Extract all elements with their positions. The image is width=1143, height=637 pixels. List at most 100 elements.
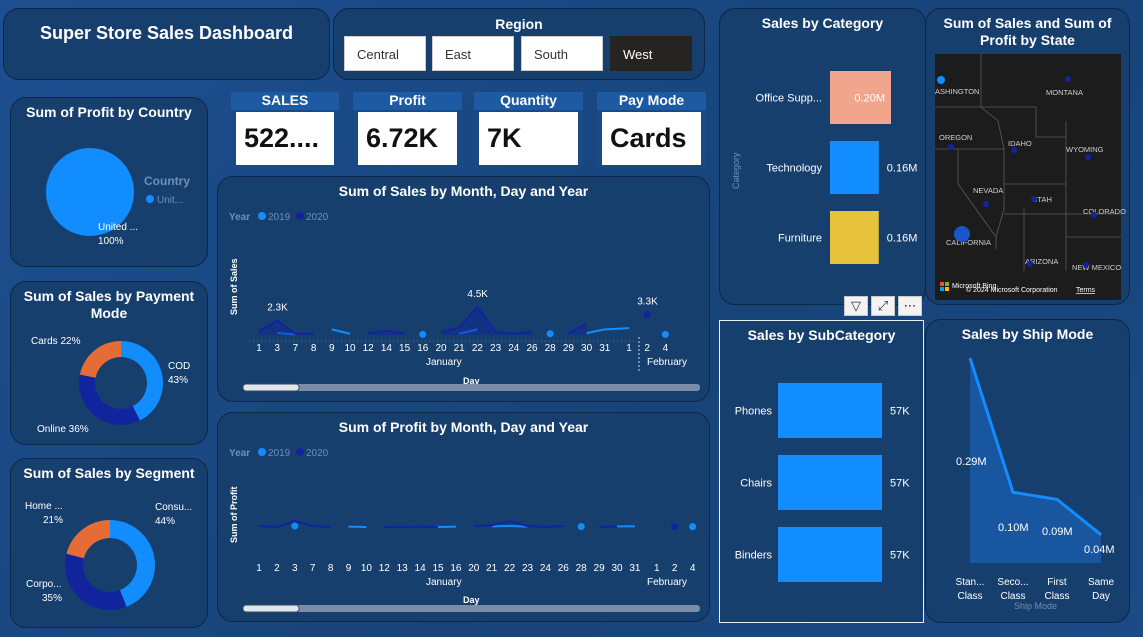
donut-slice-cards[interactable] (79, 341, 121, 378)
subcategory-panel: Sales by SubCategory Phones 57K Chairs 57K B… (719, 320, 924, 623)
category-name: Furniture (778, 233, 822, 245)
category-value-label: 0.16M (887, 233, 918, 245)
ship-x-label-line1: Stan... (956, 577, 985, 588)
x-tick-label: 9 (329, 343, 335, 354)
series-2019-line[interactable] (586, 327, 630, 335)
map-bubble-nevada[interactable] (983, 201, 989, 207)
category-name: Technology (766, 163, 822, 175)
x-tick-label: 7 (293, 343, 299, 354)
region-option-south[interactable]: South (521, 36, 603, 71)
series-2019-point[interactable] (291, 522, 299, 530)
x-tick-label: 2 (644, 343, 650, 354)
series-2020-line[interactable] (599, 525, 618, 528)
sales-month-jan: January (426, 357, 462, 368)
donut-slice-corporate[interactable] (65, 553, 127, 610)
kpi-paymode-label: Pay Mode (597, 92, 706, 110)
sales-data-label: 3.3K (637, 296, 658, 307)
map-bubble-montana[interactable] (1065, 76, 1071, 82)
map-state-label: IDAHO (1008, 139, 1032, 148)
profit-line-chart: Year 2019 2020 Sum of Profit 1 2 3 7 8 9 10 12 1… (229, 448, 700, 613)
subcategory-bar-2[interactable] (778, 527, 882, 582)
series-2019-line[interactable] (331, 328, 351, 335)
payment-label-online: Online 36% (37, 424, 89, 435)
x-tick-label: 21 (486, 563, 498, 574)
kpi-profit-value: 6.72K (358, 112, 457, 165)
x-tick-label: 10 (361, 563, 373, 574)
profit-x-axis-label: Day (463, 595, 480, 605)
series-2019-line[interactable] (491, 524, 528, 528)
profit-legend-2020[interactable]: 2020 (306, 448, 329, 459)
donut-slice-online[interactable] (78, 374, 140, 425)
map-bubble-arizona[interactable] (1027, 261, 1033, 267)
sales-scrollbar-track[interactable] (243, 384, 700, 391)
subcategory-value-label: 57K (890, 550, 910, 562)
map-state-labels: ASHINGTON MONTANA OREGON IDAHO WYOMING NEVADA… (935, 87, 1126, 272)
donut-slice-home-office[interactable] (66, 520, 110, 559)
map-state-label: NEVADA (973, 186, 1003, 195)
category-bars: Office Supp... 0.20M Technology 0.16M Furnit… (756, 71, 918, 264)
profit-scrollbar-track[interactable] (243, 605, 700, 612)
region-option-east[interactable]: East (432, 36, 514, 71)
profit-by-country-chart: Country Unit... United ... 100% (46, 148, 190, 247)
series-2019-point[interactable] (661, 330, 669, 338)
series-2019-point[interactable] (577, 523, 585, 531)
x-tick-label: 31 (629, 563, 641, 574)
map-bubble-oregon[interactable] (948, 144, 954, 150)
ship-x-labels: Stan...ClassSeco...ClassFirstClassSameDa… (956, 577, 1115, 602)
map-bubble-idaho[interactable] (1011, 147, 1017, 153)
sales-legend-marker-2020 (296, 212, 304, 220)
map-bubble-newmexico[interactable] (1083, 262, 1089, 268)
subcategory-name: Binders (735, 550, 773, 562)
x-tick-label: 3 (292, 563, 298, 574)
more-options-icon[interactable]: ⋯ (898, 296, 922, 316)
ship-area: 0.29M 0.10M 0.09M 0.04M (956, 357, 1115, 563)
region-option-central[interactable]: Central (344, 36, 426, 71)
category-bar-1[interactable] (830, 141, 879, 194)
filter-icon[interactable]: ▽ (844, 296, 868, 316)
map-bubble-california[interactable] (954, 226, 970, 242)
series-2019-point[interactable] (546, 330, 554, 338)
profit-legend-2019[interactable]: 2019 (268, 448, 291, 459)
segment-donut (65, 520, 155, 610)
x-tick-label: 31 (599, 343, 611, 354)
map-bubble-wyoming[interactable] (1085, 154, 1091, 160)
sales-legend-2019[interactable]: 2019 (268, 212, 291, 223)
ship-value-label: 0.10M (998, 522, 1029, 534)
map-bubble-colorado[interactable] (1091, 212, 1097, 218)
profit-line-marks (258, 519, 697, 531)
ship-x-label-line1: Seco... (997, 577, 1028, 588)
x-tick-label: 8 (311, 343, 317, 354)
subcategory-value-label: 57K (890, 478, 910, 490)
country-legend-item[interactable]: Unit... (157, 195, 183, 206)
sales-legend-title: Year (229, 212, 250, 223)
series-2020-point[interactable] (643, 310, 651, 318)
dashboard-title: Super Store Sales Dashboard (39, 23, 294, 43)
subcategory-bar-1[interactable] (778, 455, 882, 510)
x-tick-label: 15 (432, 563, 444, 574)
x-tick-label: 10 (344, 343, 356, 354)
ship-value-label: 0.04M (1084, 544, 1115, 556)
map-bubble-washington[interactable] (937, 76, 945, 84)
profit-scrollbar-thumb[interactable] (242, 604, 300, 613)
category-bar-2[interactable] (830, 211, 879, 264)
profit-y-axis-label: Sum of Profit (229, 487, 239, 544)
series-2020-point[interactable] (671, 523, 679, 531)
subcategory-bars: Phones 57K Chairs 57K Binders 57K (735, 383, 910, 582)
series-2019-point[interactable] (419, 330, 427, 338)
state-map-svg: ASHINGTON MONTANA OREGON IDAHO WYOMING NEVADA… (935, 54, 1126, 294)
x-tick-label: 22 (472, 343, 484, 354)
sales-scrollbar-thumb[interactable] (242, 383, 300, 392)
map-state-label: CALIFORNIA (946, 238, 991, 247)
map-bubble-utah[interactable] (1031, 196, 1037, 202)
profit-month-feb: February (647, 577, 687, 588)
region-title: Region (495, 16, 543, 32)
subcategory-bar-0[interactable] (778, 383, 882, 438)
category-panel: Sales by Category Category Office Supp..… (719, 8, 926, 305)
sales-legend-2020[interactable]: 2020 (306, 212, 329, 223)
focus-mode-icon[interactable]: ⤢ (871, 296, 895, 316)
payment-label-cards: Cards 22% (31, 336, 81, 347)
region-option-west[interactable]: West (610, 36, 692, 71)
series-2019-point[interactable] (689, 523, 697, 531)
x-tick-label: 28 (576, 563, 588, 574)
map-terms[interactable]: Terms (1076, 287, 1096, 294)
